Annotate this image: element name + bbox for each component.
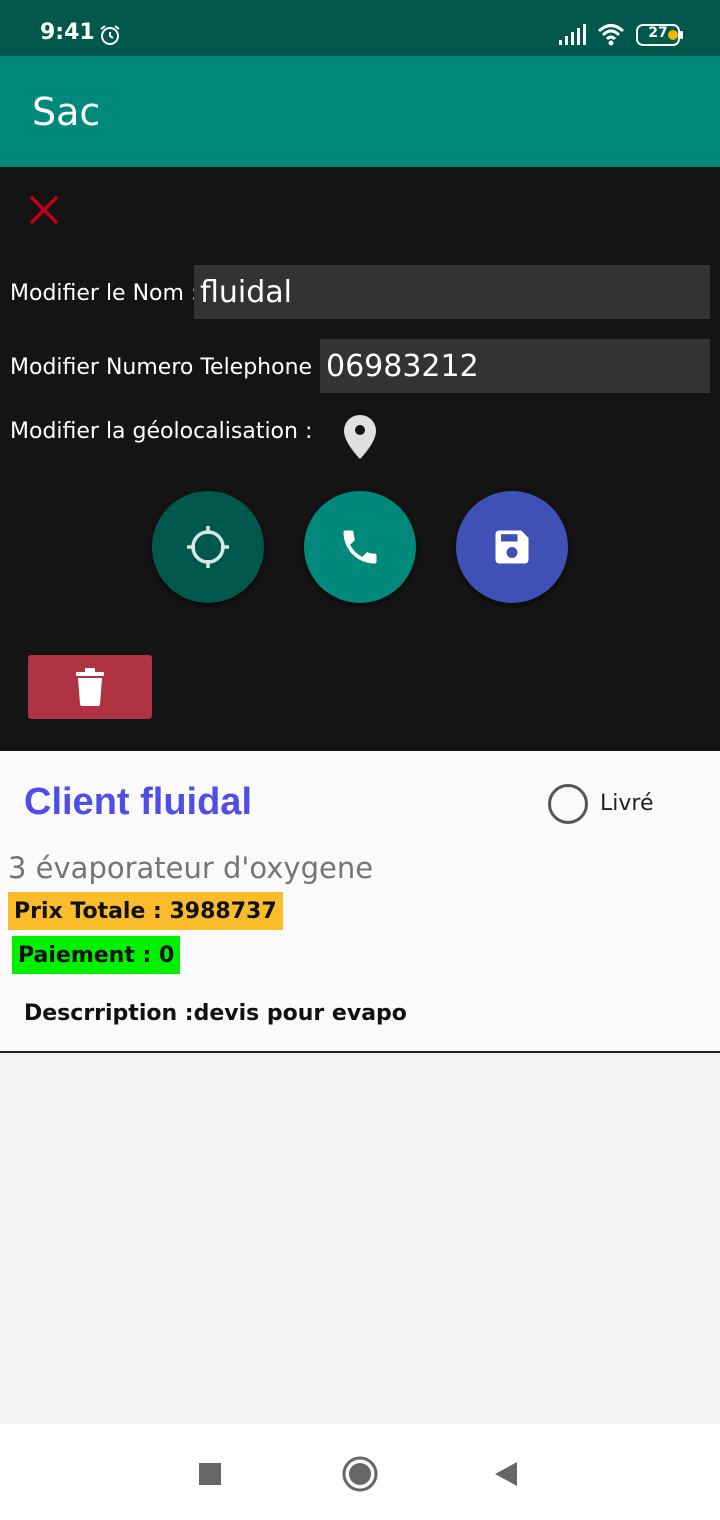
name-input[interactable]: fluidal <box>194 265 710 319</box>
name-label: Modifier le Nom : <box>10 281 199 306</box>
back-icon <box>495 1462 517 1486</box>
status-bar: 9:41 27 <box>0 0 720 56</box>
recents-button[interactable] <box>190 1454 230 1494</box>
back-button[interactable] <box>486 1454 526 1494</box>
locate-button[interactable] <box>152 491 264 603</box>
app-title: Sac <box>32 90 101 134</box>
alarm-icon <box>100 25 120 45</box>
phone-label: Modifier Numero Telephone : <box>10 355 327 380</box>
payment-badge: Paiement : 0 <box>12 936 181 974</box>
battery-level: 27 <box>648 25 668 41</box>
total-price-badge: Prix Totale : 3988737 <box>8 892 283 930</box>
client-title: Client fluidal <box>24 781 252 823</box>
wifi-icon <box>597 24 625 46</box>
client-card: Client fluidal Livré 3 évaporateur d'oxy… <box>0 751 720 1053</box>
description-text: Descrription :devis pour evapo <box>24 1001 407 1026</box>
phone-input[interactable]: 06983212 <box>320 339 710 393</box>
trash-icon <box>76 668 104 706</box>
geolocation-label: Modifier la géolocalisation : <box>10 419 313 444</box>
save-icon <box>495 530 529 564</box>
call-button[interactable] <box>304 491 416 603</box>
home-button[interactable] <box>340 1454 380 1494</box>
delivered-label[interactable]: Livré <box>600 791 654 816</box>
delete-button[interactable] <box>28 655 152 719</box>
system-nav-bar <box>0 1424 720 1520</box>
app-bar: Sac <box>0 56 720 167</box>
location-pin-icon[interactable] <box>342 413 378 461</box>
gps-fixed-icon <box>187 526 229 568</box>
product-line: 3 évaporateur d'oxygene <box>8 851 374 885</box>
recents-icon <box>199 1463 221 1485</box>
delivered-radio[interactable] <box>548 784 588 824</box>
home-icon <box>342 1456 378 1492</box>
close-icon[interactable] <box>26 192 62 228</box>
status-time: 9:41 <box>40 20 95 45</box>
phone-icon <box>343 530 377 564</box>
save-button[interactable] <box>456 491 568 603</box>
signal-icon <box>559 24 586 45</box>
